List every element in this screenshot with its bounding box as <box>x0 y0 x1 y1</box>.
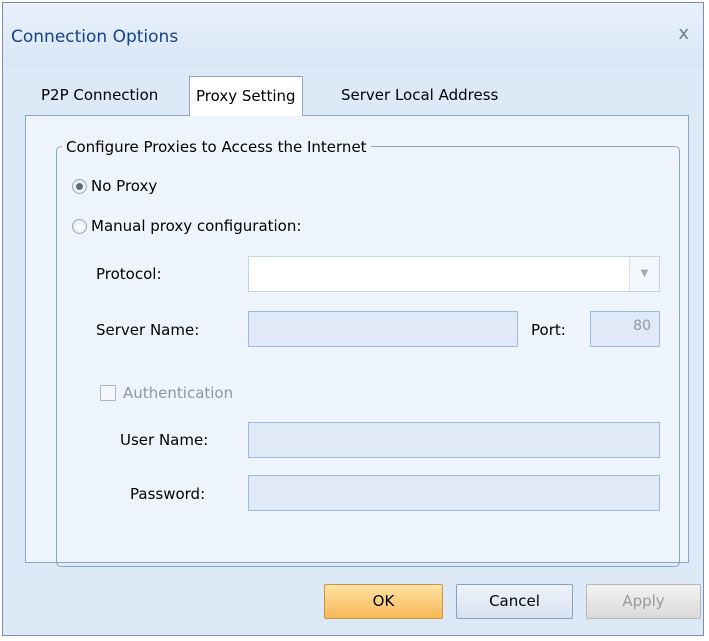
title-bar[interactable]: Connection Options x <box>3 3 703 67</box>
tab-bar: P2P Connection Proxy Setting Server Loca… <box>3 76 703 116</box>
proxy-setting-panel: Configure Proxies to Access the Internet… <box>25 115 689 567</box>
port-label: Port: <box>531 321 566 339</box>
port-input[interactable]: 80 <box>590 311 660 347</box>
user-name-input[interactable] <box>248 422 660 458</box>
close-icon[interactable]: x <box>678 23 689 44</box>
port-value: 80 <box>633 318 651 334</box>
no-proxy-radio[interactable]: No Proxy <box>72 177 157 195</box>
window-title: Connection Options <box>11 27 179 47</box>
apply-button[interactable]: Apply <box>586 584 701 619</box>
radio-checked-icon <box>72 178 87 194</box>
authentication-checkbox[interactable] <box>100 385 116 401</box>
protocol-select[interactable]: ▼ <box>248 256 660 292</box>
radio-unchecked-icon <box>72 218 87 234</box>
no-proxy-label: No Proxy <box>91 177 158 195</box>
user-name-label: User Name: <box>120 431 209 449</box>
tab-p2p-connection[interactable]: P2P Connection <box>35 76 164 114</box>
password-input[interactable] <box>248 475 660 511</box>
password-label: Password: <box>130 485 206 503</box>
chevron-down-icon[interactable]: ▼ <box>629 257 659 291</box>
manual-proxy-label: Manual proxy configuration: <box>91 217 302 235</box>
ok-button[interactable]: OK <box>324 584 443 619</box>
tab-server-local-address[interactable]: Server Local Address <box>335 76 504 114</box>
protocol-label: Protocol: <box>96 265 162 283</box>
server-name-input[interactable] <box>248 311 518 347</box>
authentication-label: Authentication <box>123 384 234 402</box>
manual-proxy-radio[interactable]: Manual proxy configuration: <box>72 217 301 235</box>
tab-proxy-setting[interactable]: Proxy Setting <box>189 76 303 116</box>
connection-options-dialog: Connection Options x P2P Connection Prox… <box>2 2 704 636</box>
cancel-button[interactable]: Cancel <box>456 584 573 619</box>
group-legend: Configure Proxies to Access the Internet <box>62 138 371 156</box>
server-name-label: Server Name: <box>96 321 200 339</box>
